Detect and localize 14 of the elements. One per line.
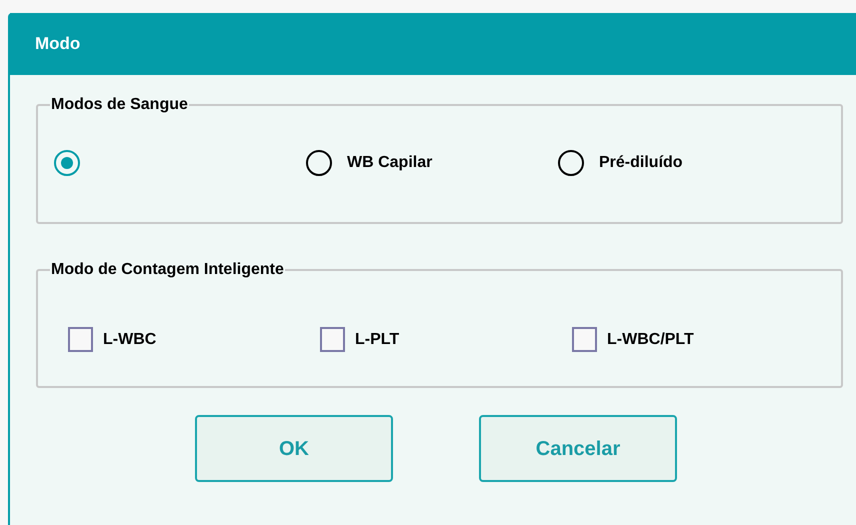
radio-button[interactable] [54, 150, 80, 176]
checkbox-label[interactable]: L-WBC [103, 328, 156, 352]
checkbox[interactable] [572, 327, 597, 352]
radio-button[interactable] [306, 150, 332, 176]
checkbox-label[interactable]: L-PLT [355, 328, 400, 352]
dialog-title: Modo [35, 33, 80, 56]
checkbox[interactable] [320, 327, 345, 352]
radio-label[interactable]: WB Capilar [347, 151, 432, 175]
checkbox-label[interactable]: L-WBC/PLT [607, 328, 694, 352]
radio-button[interactable] [558, 150, 584, 176]
group-title: Modo de Contagem Inteligente [50, 260, 285, 280]
radio-label[interactable]: Pré-diluído [599, 151, 683, 175]
checkbox[interactable] [68, 327, 93, 352]
group-title: Modos de Sangue [50, 95, 189, 115]
